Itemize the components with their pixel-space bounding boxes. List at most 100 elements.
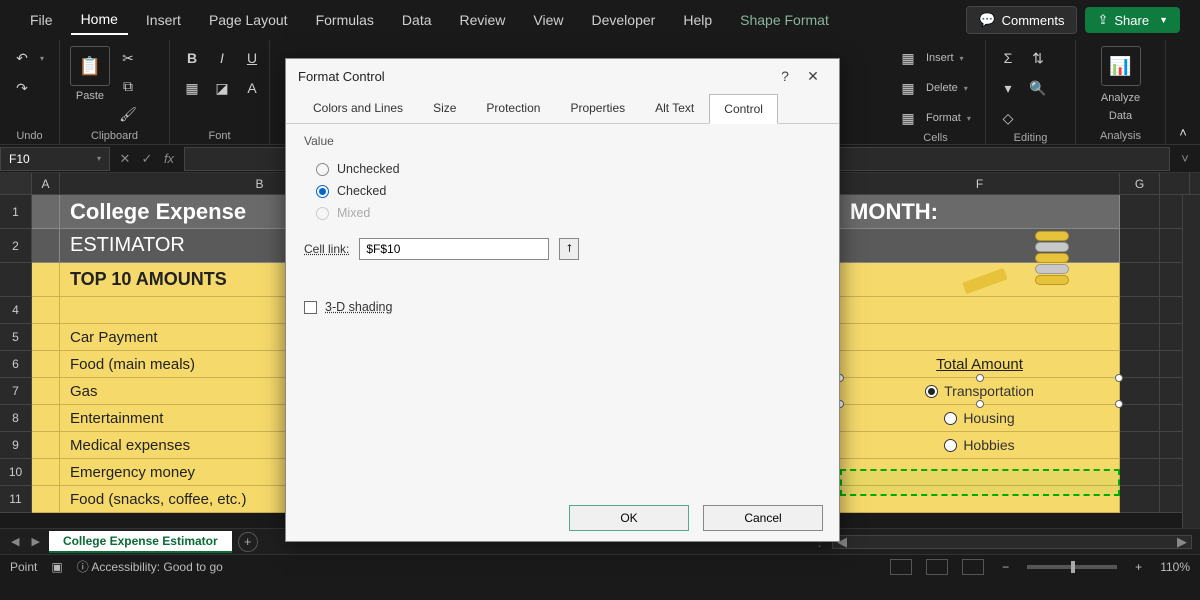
paste-icon[interactable]: 📋 [70, 46, 110, 86]
row-header[interactable]: 4 [0, 297, 32, 324]
cells-format-icon[interactable]: ▦ [896, 106, 920, 130]
menu-view[interactable]: View [523, 6, 573, 34]
bold-icon[interactable]: B [180, 46, 204, 70]
view-page-break-icon[interactable] [962, 559, 984, 575]
cell[interactable] [32, 432, 60, 459]
cell[interactable] [32, 486, 60, 513]
comments-button[interactable]: 💬 Comments [966, 6, 1077, 34]
zoom-out-button[interactable]: − [998, 560, 1013, 574]
tab-colors-lines[interactable]: Colors and Lines [298, 93, 418, 123]
row-header[interactable]: 9 [0, 432, 32, 459]
range-picker-button[interactable]: ⭡ [559, 238, 579, 260]
col-header-g[interactable]: G [1120, 173, 1160, 194]
row-header[interactable]: 6 [0, 351, 32, 378]
find-icon[interactable]: 🔍 [1026, 76, 1050, 100]
view-normal-icon[interactable] [890, 559, 912, 575]
cell[interactable] [32, 263, 60, 297]
cell[interactable] [1120, 263, 1160, 297]
sort-filter-icon[interactable]: ⇅ [1026, 46, 1050, 70]
col-header-a[interactable]: A [32, 173, 60, 194]
font-color-icon[interactable]: A [240, 76, 264, 100]
new-sheet-button[interactable]: + [238, 532, 258, 552]
row-header[interactable]: 7 [0, 378, 32, 405]
cell-month[interactable]: MONTH: [840, 195, 1120, 229]
row-header[interactable] [0, 263, 32, 297]
menu-page-layout[interactable]: Page Layout [199, 6, 298, 34]
zoom-slider[interactable] [1027, 565, 1117, 569]
format-painter-icon[interactable]: 🖌 [116, 102, 140, 126]
cell[interactable] [1120, 459, 1160, 486]
row-header[interactable]: 5 [0, 324, 32, 351]
cell[interactable] [840, 324, 1120, 351]
zoom-in-button[interactable]: + [1131, 560, 1146, 574]
undo-icon[interactable]: ↶ [10, 46, 34, 70]
cancel-formula-icon[interactable]: ✕ [116, 151, 134, 167]
redo-icon[interactable]: ↷ [10, 76, 34, 100]
menu-home[interactable]: Home [71, 5, 128, 35]
cell-link-input[interactable] [359, 238, 549, 260]
share-button[interactable]: ⇪ Share ▼ [1085, 7, 1180, 33]
cell[interactable] [1120, 378, 1160, 405]
close-button[interactable]: ✕ [799, 68, 827, 85]
cell[interactable] [32, 229, 60, 263]
tab-size[interactable]: Size [418, 93, 471, 123]
cell[interactable] [1120, 432, 1160, 459]
sheet-nav-next[interactable]: ▶ [28, 535, 42, 548]
select-all-corner[interactable] [0, 173, 32, 194]
menu-help[interactable]: Help [673, 6, 722, 34]
cell[interactable] [32, 459, 60, 486]
menu-shape-format[interactable]: Shape Format [730, 6, 839, 34]
help-button[interactable]: ? [771, 68, 799, 84]
ok-button[interactable]: OK [569, 505, 689, 531]
underline-icon[interactable]: U [240, 46, 264, 70]
shading-checkbox[interactable]: 3-D shading [304, 300, 821, 314]
menu-data[interactable]: Data [392, 6, 442, 34]
italic-icon[interactable]: I [210, 46, 234, 70]
autosum-icon[interactable]: Σ [996, 46, 1020, 70]
radio-hobbies[interactable]: Hobbies [840, 432, 1120, 459]
cell[interactable] [32, 297, 60, 324]
cell[interactable] [32, 378, 60, 405]
cell[interactable] [1120, 297, 1160, 324]
view-page-layout-icon[interactable] [926, 559, 948, 575]
copy-icon[interactable]: ⧉ [116, 74, 140, 98]
vertical-scrollbar[interactable] [1182, 195, 1200, 528]
tab-protection[interactable]: Protection [471, 93, 555, 123]
analyze-data-icon[interactable]: 📊 [1101, 46, 1141, 86]
cell[interactable] [1120, 486, 1160, 513]
cell[interactable] [32, 195, 60, 229]
tab-control[interactable]: Control [709, 94, 778, 124]
cell[interactable] [32, 405, 60, 432]
cell[interactable] [1120, 229, 1160, 263]
row-header[interactable]: 10 [0, 459, 32, 486]
col-header-f[interactable]: F [840, 173, 1120, 194]
cell[interactable] [32, 351, 60, 378]
sheet-tab-active[interactable]: College Expense Estimator [49, 531, 232, 553]
row-header[interactable]: 1 [0, 195, 32, 229]
cell[interactable] [1120, 195, 1160, 229]
fill-color-icon[interactable]: ◪ [210, 76, 234, 100]
cell[interactable] [840, 297, 1120, 324]
zoom-value[interactable]: 110% [1160, 560, 1190, 574]
menu-developer[interactable]: Developer [582, 6, 666, 34]
radio-transportation[interactable]: Transportation [840, 378, 1120, 405]
dialog-titlebar[interactable]: Format Control ? ✕ [286, 59, 839, 93]
border-icon[interactable]: ▦ [180, 76, 204, 100]
scroll-right-icon[interactable]: ▶ [1173, 534, 1191, 550]
row-header[interactable]: 11 [0, 486, 32, 513]
menu-file[interactable]: File [20, 6, 63, 34]
cells-delete-icon[interactable]: ▦ [896, 76, 920, 100]
radio-unchecked[interactable]: Unchecked [304, 158, 821, 180]
cell[interactable] [32, 324, 60, 351]
horizontal-scrollbar[interactable]: ◀ ▶ [832, 535, 1192, 549]
enter-formula-icon[interactable]: ✓ [138, 151, 156, 167]
tab-alt-text[interactable]: Alt Text [640, 93, 709, 123]
clear-icon[interactable]: ◇ [996, 106, 1020, 130]
name-box[interactable]: F10 ▾ [0, 147, 110, 171]
tab-properties[interactable]: Properties [555, 93, 640, 123]
menu-formulas[interactable]: Formulas [306, 6, 384, 34]
accessibility-status[interactable]: ⓘ Accessibility: Good to go [77, 558, 223, 575]
fill-icon[interactable]: ▾ [996, 76, 1020, 100]
cells-format-label[interactable]: Format [926, 112, 961, 124]
radio-checked[interactable]: Checked [304, 180, 821, 202]
